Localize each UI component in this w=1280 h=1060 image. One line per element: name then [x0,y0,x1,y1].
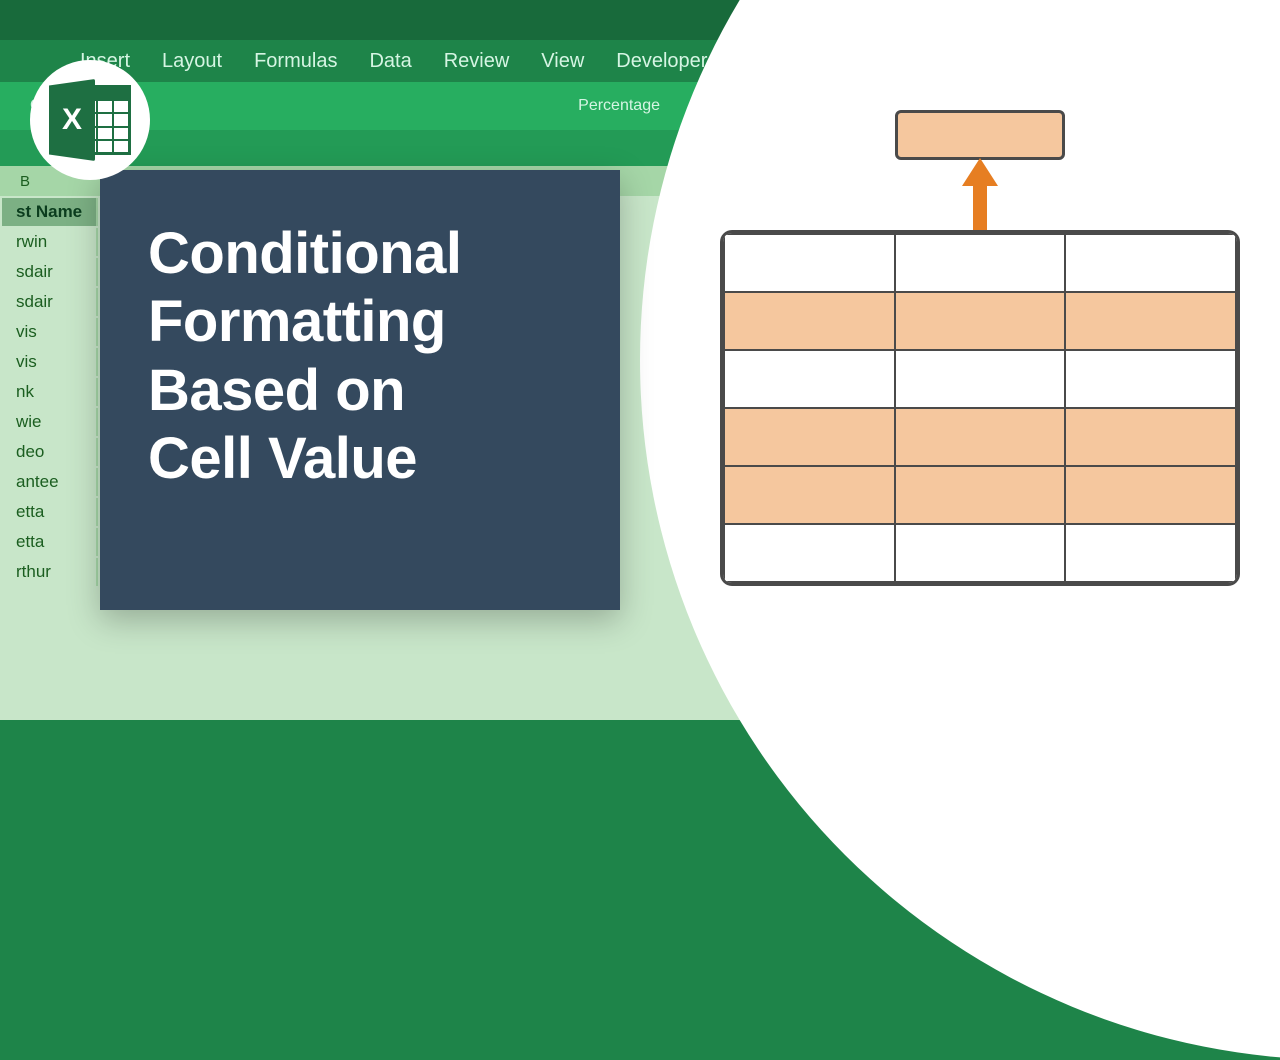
reference-cell-icon [895,110,1065,160]
excel-book-icon: X [49,79,95,161]
cell: vis [2,348,98,376]
number-format: Percentage [578,97,660,115]
cell: etta [2,498,98,526]
illustration [720,110,1240,590]
cell: rthur [2,558,98,586]
excel-x: X [62,103,82,137]
ribbon-tab: Layout [162,50,222,73]
title-line: Cell Value [148,425,580,493]
ribbon-tab: Formulas [254,50,337,73]
title-card: Conditional Formatting Based on Cell Val… [100,170,620,610]
grid-illustration [720,230,1240,586]
cell: sdair [2,288,98,316]
cell: sdair [2,258,98,286]
ribbon-tab: View [541,50,584,73]
cell: nk [2,378,98,406]
ribbon-tab: Review [444,50,510,73]
cell: etta [2,528,98,556]
cell: vis [2,318,98,346]
excel-icon: X [49,79,131,161]
ribbon-tab: Developer [616,50,707,73]
cell: rwin [2,228,98,256]
cell: wie [2,408,98,436]
ribbon-tab: Data [369,50,411,73]
title-line: Based on [148,357,580,425]
table-header: st Name [2,198,98,226]
cell: antee [2,468,98,496]
cell: deo [2,438,98,466]
title-line: Conditional [148,220,580,288]
column-letter: B [20,173,30,190]
excel-logo-badge: X [30,60,150,180]
title-line: Formatting [148,288,580,356]
